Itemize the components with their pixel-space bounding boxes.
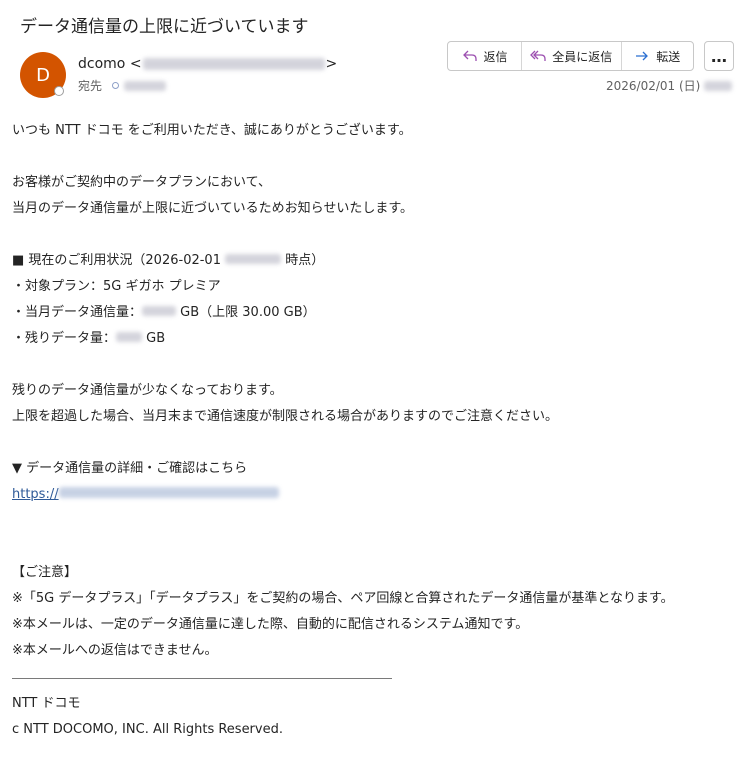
message-actions: 返信 全員に返信 転送 xyxy=(447,41,694,71)
status-heading: ■ 現在のご利用状況（2026-02-01 時点） xyxy=(12,248,732,274)
status-heading-text: ■ 現在のご利用状況（2026-02-01 xyxy=(12,253,226,268)
intro-line-2: 当月のデータ通信量が上限に近づいているためお知らせいたします。 xyxy=(12,201,414,216)
presence-status-icon xyxy=(54,86,64,96)
redacted-sender-address xyxy=(142,58,325,70)
sender-line[interactable]: dcomo < > xyxy=(78,56,337,72)
notice-item-2: ※本メールは、一定のデータ通信量に達した際、自動的に配信されるシステム通知です。 xyxy=(12,617,529,632)
reply-all-icon xyxy=(530,50,546,61)
sender-bracket-close: > xyxy=(325,56,338,72)
detail-link-text[interactable]: https:// xyxy=(12,487,59,502)
reply-icon xyxy=(462,50,477,61)
warning-line-1: 残りのデータ通信量が少なくなっております。 xyxy=(12,383,283,398)
remaining-label: ・残りデータ量： xyxy=(12,331,117,346)
reply-button[interactable]: 返信 xyxy=(448,42,521,70)
recipient-status-icon xyxy=(112,82,120,89)
forward-button[interactable]: 転送 xyxy=(620,42,693,70)
intro-line-1: お客様がご契約中のデータプランにおいて、 xyxy=(12,175,271,190)
footer-copyright: c NTT DOCOMO, INC. All Rights Reserved. xyxy=(12,722,283,737)
reply-label: 返信 xyxy=(483,49,508,64)
to-label: 宛先 xyxy=(78,79,103,93)
status-heading-suffix: 時点） xyxy=(281,253,325,268)
detail-heading: ▼ データ通信量の詳細・ご確認はこちら xyxy=(12,461,248,476)
recipient-row: 宛先 xyxy=(78,77,167,94)
notice-item-1: ※「5G データプラス」「データプラス」をご契約の場合、ペア回線と合算されたデー… xyxy=(12,591,674,606)
footer-divider xyxy=(12,678,392,679)
avatar-initial: D xyxy=(36,64,50,86)
warning-line-2: 上限を超過した場合、当月末まで通信速度が制限される場合がありますのでご注意くださ… xyxy=(12,409,559,424)
redacted-time-value xyxy=(225,254,282,264)
reply-all-button[interactable]: 全員に返信 xyxy=(521,42,620,70)
footer-company: NTT ドコモ xyxy=(12,696,81,711)
forward-arrow-icon xyxy=(636,51,649,61)
detail-link[interactable]: https:// xyxy=(12,482,732,508)
forward-label: 転送 xyxy=(656,49,681,64)
plan-line: ・対象プラン：5G ギガホ プレミア xyxy=(12,279,221,294)
redacted-recipient[interactable] xyxy=(124,80,167,91)
reply-all-label: 全員に返信 xyxy=(552,49,613,64)
notice-heading: 【ご注意】 xyxy=(12,565,78,580)
redacted-usage-value xyxy=(142,306,177,316)
more-options-icon: … xyxy=(711,46,727,66)
greeting-line: いつも NTT ドコモ をご利用いただき、誠にありがとうございます。 xyxy=(12,123,412,138)
sender-bracket-open: < xyxy=(129,56,142,72)
date-text: 2026/02/01 (日) xyxy=(606,79,701,93)
redacted-remaining-value xyxy=(116,332,143,342)
email-subject: データ通信量の上限に近づいています xyxy=(20,17,309,37)
notice-item-3: ※本メールへの返信はできません。 xyxy=(12,643,218,658)
more-actions-button[interactable]: … xyxy=(704,41,734,71)
redacted-link-url[interactable] xyxy=(58,487,279,498)
remaining-line: ・残りデータ量： GB xyxy=(12,326,732,352)
remaining-unit: GB xyxy=(142,331,166,346)
message-body: いつも NTT ドコモ をご利用いただき、誠にありがとうございます。 お客様がご… xyxy=(12,118,732,743)
message-date: 2026/02/01 (日) xyxy=(606,77,733,94)
sender-name: dcomo xyxy=(78,56,126,72)
redacted-time xyxy=(704,80,733,91)
usage-limit: GB（上限 30.00 GB） xyxy=(176,305,316,320)
usage-line: ・当月データ通信量： GB（上限 30.00 GB） xyxy=(12,300,732,326)
usage-label: ・当月データ通信量： xyxy=(12,305,143,320)
